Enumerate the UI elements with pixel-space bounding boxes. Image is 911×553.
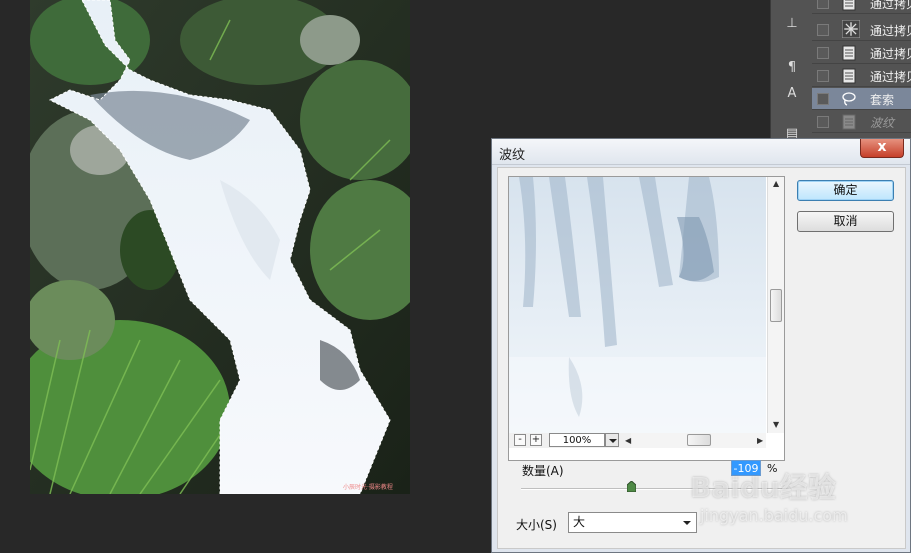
scroll-up-icon[interactable]: ▲: [773, 179, 779, 188]
preview-horizontal-scrollbar[interactable]: ◀ ▶: [625, 433, 766, 448]
zoom-bar: - + 100%: [509, 433, 631, 448]
paragraph-icon[interactable]: ¶: [781, 58, 803, 78]
cancel-button[interactable]: 取消: [797, 211, 894, 232]
preview-pane: ▲ ▼ - + 100% ◀ ▶: [508, 176, 785, 461]
waterfall-photo: [30, 0, 410, 494]
document-canvas[interactable]: [30, 0, 410, 494]
preview-vertical-scrollbar[interactable]: ▲ ▼: [767, 177, 784, 433]
photoshop-workspace: 小辰时光·摄影教程 ⊥ ¶ A ▤ 通过拷贝 通过拷贝 通过拷贝 通过拷贝: [0, 0, 911, 553]
baidu-watermark-logo: Baidu经验: [690, 471, 836, 504]
amount-label: 数量(A): [522, 464, 564, 478]
document-watermark: 小辰时光·摄影教程: [343, 484, 393, 491]
stamp-icon[interactable]: ⊥: [781, 14, 803, 34]
smart-filter-icon: [842, 20, 860, 38]
zoom-in-button[interactable]: +: [530, 434, 542, 446]
layer-row-selected[interactable]: 套索: [812, 88, 911, 110]
zoom-in-icon: +: [531, 434, 541, 445]
visibility-toggle[interactable]: [817, 93, 829, 105]
document-icon: [842, 45, 856, 61]
scroll-right-icon[interactable]: ▶: [757, 436, 763, 445]
close-icon: x: [877, 139, 887, 155]
visibility-toggle[interactable]: [817, 0, 829, 9]
horizontal-scroll-thumb[interactable]: [687, 434, 711, 446]
zoom-out-button[interactable]: -: [514, 434, 526, 446]
layer-name: 通过拷贝: [870, 47, 911, 61]
baidu-watermark-url: jingyan.baidu.com: [700, 506, 848, 525]
document-icon: [842, 68, 856, 84]
size-label: 大小(S): [516, 518, 557, 532]
close-button[interactable]: x: [860, 139, 904, 158]
layers-panel: 通过拷贝 通过拷贝 通过拷贝 通过拷贝 套索 波纹: [812, 0, 911, 140]
zoom-level-field[interactable]: 100%: [549, 433, 605, 447]
scroll-down-icon[interactable]: ▼: [773, 420, 779, 429]
document-icon: [842, 0, 856, 11]
size-select[interactable]: 大: [568, 512, 697, 533]
layer-row[interactable]: 波纹: [812, 111, 911, 133]
layer-name: 通过拷贝: [870, 0, 911, 11]
dialog-titlebar[interactable]: 波纹 x: [492, 139, 910, 165]
dialog-title: 波纹: [499, 148, 526, 163]
zoom-dropdown-button[interactable]: [605, 433, 619, 447]
document-icon: [842, 114, 856, 130]
visibility-toggle[interactable]: [817, 24, 829, 36]
preview-waterfall-image: [509, 177, 766, 433]
layer-row[interactable]: 通过拷贝: [812, 65, 911, 87]
layer-row[interactable]: 通过拷贝: [812, 0, 911, 14]
layer-row[interactable]: 通过拷贝: [812, 19, 911, 41]
amount-slider-thumb[interactable]: [627, 481, 636, 492]
scroll-left-icon[interactable]: ◀: [625, 436, 631, 445]
visibility-toggle[interactable]: [817, 116, 829, 128]
layer-row[interactable]: 通过拷贝: [812, 42, 911, 64]
layer-name: 套索: [870, 93, 895, 107]
zoom-out-icon: -: [518, 434, 522, 445]
visibility-toggle[interactable]: [817, 70, 829, 82]
layer-name: 通过拷贝: [870, 70, 911, 84]
visibility-toggle[interactable]: [817, 47, 829, 59]
panel-tool-column: ⊥ ¶ A ▤: [770, 0, 812, 141]
preview-image[interactable]: [509, 177, 766, 433]
character-icon[interactable]: A: [781, 84, 803, 104]
ok-button[interactable]: 确定: [797, 180, 894, 201]
layer-name: 通过拷贝: [870, 24, 911, 38]
layer-name: 波纹: [870, 116, 895, 130]
lasso-icon: [842, 92, 856, 106]
vertical-scroll-thumb[interactable]: [770, 289, 782, 322]
